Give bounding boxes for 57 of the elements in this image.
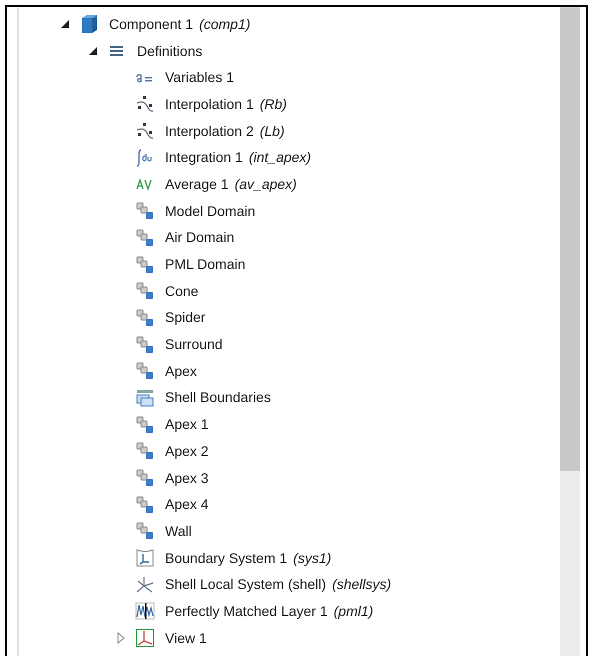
tree-item-tag: (pml1)	[334, 600, 374, 622]
tree-item-tag: (shellsys)	[332, 574, 392, 596]
tree-item-label[interactable]: Boundary System 1	[165, 548, 288, 569]
tree-item-label[interactable]: Component 1	[109, 14, 194, 35]
tree-item-label[interactable]: Apex 3	[165, 468, 209, 489]
scrollbar[interactable]	[560, 7, 580, 656]
collapse-arrow-icon[interactable]	[59, 18, 71, 30]
selection-icon	[135, 308, 155, 328]
tree-item-label[interactable]: Apex	[165, 360, 197, 382]
selection-icon	[135, 201, 155, 222]
boundaries-icon	[135, 388, 155, 408]
expand-arrow-icon[interactable]	[115, 632, 127, 644]
tree-item-label[interactable]: Variables 1	[165, 67, 234, 88]
tree-item-tag: (sys1)	[293, 548, 332, 569]
tree-item-label[interactable]: Interpolation 1	[165, 94, 254, 115]
tree-item-label[interactable]: Spider	[165, 307, 206, 328]
tree-item-label[interactable]: PML Domain	[165, 254, 246, 276]
tree-item-label[interactable]: Definitions	[137, 40, 202, 62]
scrollbar-thumb[interactable]	[560, 7, 580, 471]
view-icon	[135, 628, 155, 648]
tree-item-label[interactable]: Interpolation 2	[165, 120, 254, 142]
tree-item-tag: (comp1)	[199, 14, 250, 35]
tree-item-label[interactable]: Cone	[165, 280, 198, 302]
tree-item-label[interactable]: Shell Boundaries	[165, 387, 271, 408]
selection-icon	[135, 468, 155, 488]
cube-icon	[79, 14, 99, 34]
axes-icon	[135, 574, 155, 595]
interpolation-icon	[135, 94, 155, 114]
interpolation-icon	[135, 121, 155, 142]
tree-item-label[interactable]: View 1	[165, 628, 207, 649]
tree-item-tag: (Rb)	[260, 94, 287, 115]
wave-icon	[135, 601, 155, 622]
collapse-arrow-icon[interactable]	[87, 45, 99, 58]
tree-item-label[interactable]: Apex 1	[165, 414, 209, 436]
tree-item-label[interactable]: Shell Local System (shell)	[165, 574, 326, 596]
tree-item-tag: (av_apex)	[234, 174, 297, 195]
selection-icon	[135, 494, 155, 515]
tree-item-label[interactable]: Average 1	[165, 174, 229, 195]
selection-icon	[135, 414, 155, 435]
selection-icon	[135, 521, 155, 542]
selection-icon	[135, 334, 155, 355]
tree-item-tag: (Lb)	[260, 120, 285, 142]
tree-item-label[interactable]: Integration 1	[165, 147, 243, 168]
tree-item-label[interactable]: Air Domain	[165, 227, 234, 248]
tree-item-label[interactable]: Model Domain	[165, 200, 256, 222]
selection-icon	[135, 254, 155, 275]
tree-item-label[interactable]: Apex 4	[165, 494, 209, 516]
selection-icon	[135, 441, 155, 462]
tree-item-label[interactable]: Apex 2	[165, 440, 209, 462]
tree-item-tag: (int_apex)	[248, 147, 312, 168]
coordinate-system-icon	[135, 548, 155, 568]
selection-icon	[135, 361, 155, 382]
tree-item-label[interactable]: Wall	[165, 520, 192, 542]
tree-item-label[interactable]: Perfectly Matched Layer 1	[165, 600, 328, 622]
tree-item-label[interactable]: Surround	[165, 334, 223, 356]
selection-icon	[135, 281, 155, 302]
selection-icon	[135, 228, 155, 248]
